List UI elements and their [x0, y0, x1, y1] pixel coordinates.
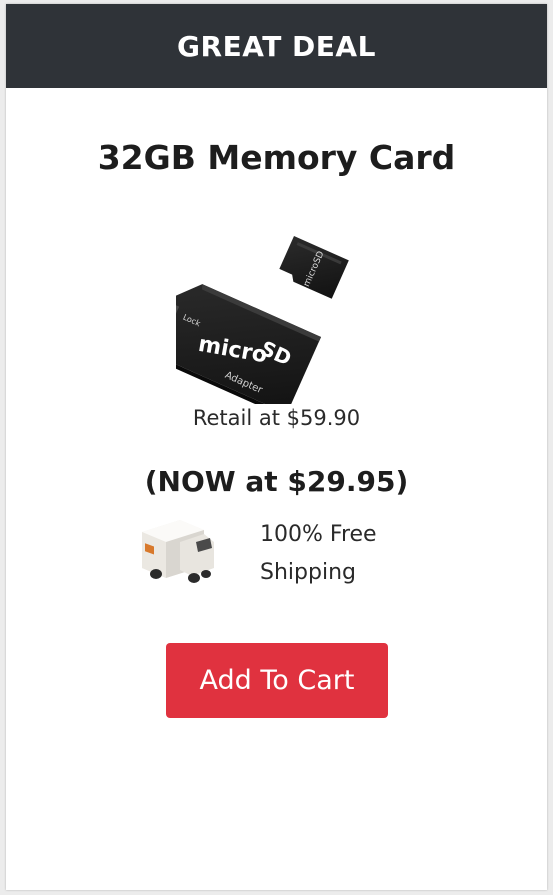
deal-banner: GREAT DEAL	[6, 4, 547, 88]
free-shipping-line-2: Shipping	[260, 560, 356, 585]
product-title: 32GB Memory Card	[97, 138, 456, 177]
deal-banner-title: GREAT DEAL	[177, 29, 376, 63]
microsd-card-with-adapter-image: microSD Lock micro SD Adapter	[176, 236, 349, 404]
free-shipping-text: 100% Free Shipping	[260, 516, 430, 592]
delivery-truck-icon	[142, 520, 214, 583]
free-shipping-line-1: 100% Free	[260, 522, 377, 547]
add-to-cart-button[interactable]: Add To Cart	[166, 643, 388, 718]
sale-price: (NOW at $29.95)	[144, 465, 409, 498]
deal-card: GREAT DEAL 32GB Memory Card microSD Lock…	[6, 4, 547, 890]
retail-price: Retail at $59.90	[192, 406, 361, 430]
